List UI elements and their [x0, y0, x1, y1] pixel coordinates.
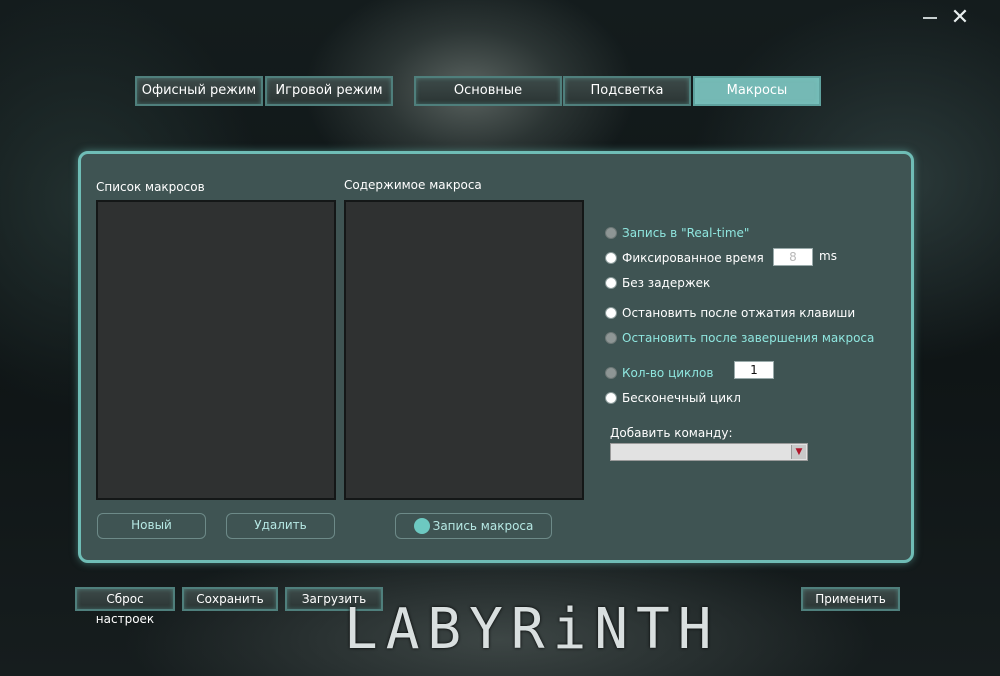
- option-realtime[interactable]: Запись в "Real-time": [605, 225, 749, 241]
- option-no-delay[interactable]: Без задержек: [605, 275, 710, 291]
- add-command-label: Добавить команду:: [610, 426, 733, 440]
- delete-macro-button[interactable]: Удалить: [226, 513, 335, 539]
- cycles-input[interactable]: 1: [734, 361, 774, 379]
- labyrinth-logo: LABYRiNTH: [344, 597, 720, 662]
- fixed-time-unit: ms: [819, 249, 837, 263]
- fixed-time-input[interactable]: 8: [773, 248, 813, 266]
- office-mode-button[interactable]: Офисный режим: [135, 76, 263, 106]
- macro-content-list[interactable]: [344, 200, 584, 500]
- macro-list-title: Список макросов: [96, 180, 205, 194]
- option-stop-on-finish[interactable]: Остановить после завершения макроса: [605, 330, 874, 346]
- apply-button[interactable]: Применить: [801, 587, 900, 611]
- record-macro-label: Запись макроса: [432, 519, 534, 533]
- macro-list[interactable]: [96, 200, 336, 500]
- option-cycles[interactable]: Кол-во циклов: [605, 365, 713, 381]
- game-mode-button[interactable]: Игровой режим: [265, 76, 393, 106]
- tab-backlight[interactable]: Подсветка: [563, 76, 691, 106]
- macros-panel: Список макросов Содержимое макроса Новый…: [78, 151, 914, 563]
- option-infinite[interactable]: Бесконечный цикл: [605, 390, 741, 406]
- radio-icon[interactable]: [605, 367, 617, 379]
- close-button[interactable]: ✕: [950, 7, 970, 29]
- reset-settings-button[interactable]: Сброс настроек: [75, 587, 175, 626]
- option-stop-on-release[interactable]: Остановить после отжатия клавиши: [605, 305, 855, 321]
- chevron-down-icon[interactable]: ▼: [791, 445, 806, 459]
- tab-macros[interactable]: Макросы: [693, 76, 821, 106]
- add-command-select[interactable]: ▼: [610, 443, 808, 461]
- radio-icon[interactable]: [605, 392, 617, 404]
- close-icon: ✕: [950, 5, 970, 30]
- new-macro-button[interactable]: Новый: [97, 513, 206, 539]
- radio-icon[interactable]: [605, 332, 617, 344]
- radio-icon[interactable]: [605, 227, 617, 239]
- save-button[interactable]: Сохранить: [182, 587, 278, 611]
- option-fixed-time[interactable]: Фиксированное время: [605, 250, 764, 266]
- radio-icon[interactable]: [605, 277, 617, 289]
- minimize-button[interactable]: [920, 9, 940, 27]
- tab-main[interactable]: Основные: [414, 76, 562, 106]
- record-icon: [413, 518, 430, 534]
- radio-icon[interactable]: [605, 307, 617, 319]
- radio-icon[interactable]: [605, 252, 617, 264]
- macro-content-title: Содержимое макроса: [344, 178, 482, 192]
- record-macro-button[interactable]: Запись макроса: [395, 513, 552, 539]
